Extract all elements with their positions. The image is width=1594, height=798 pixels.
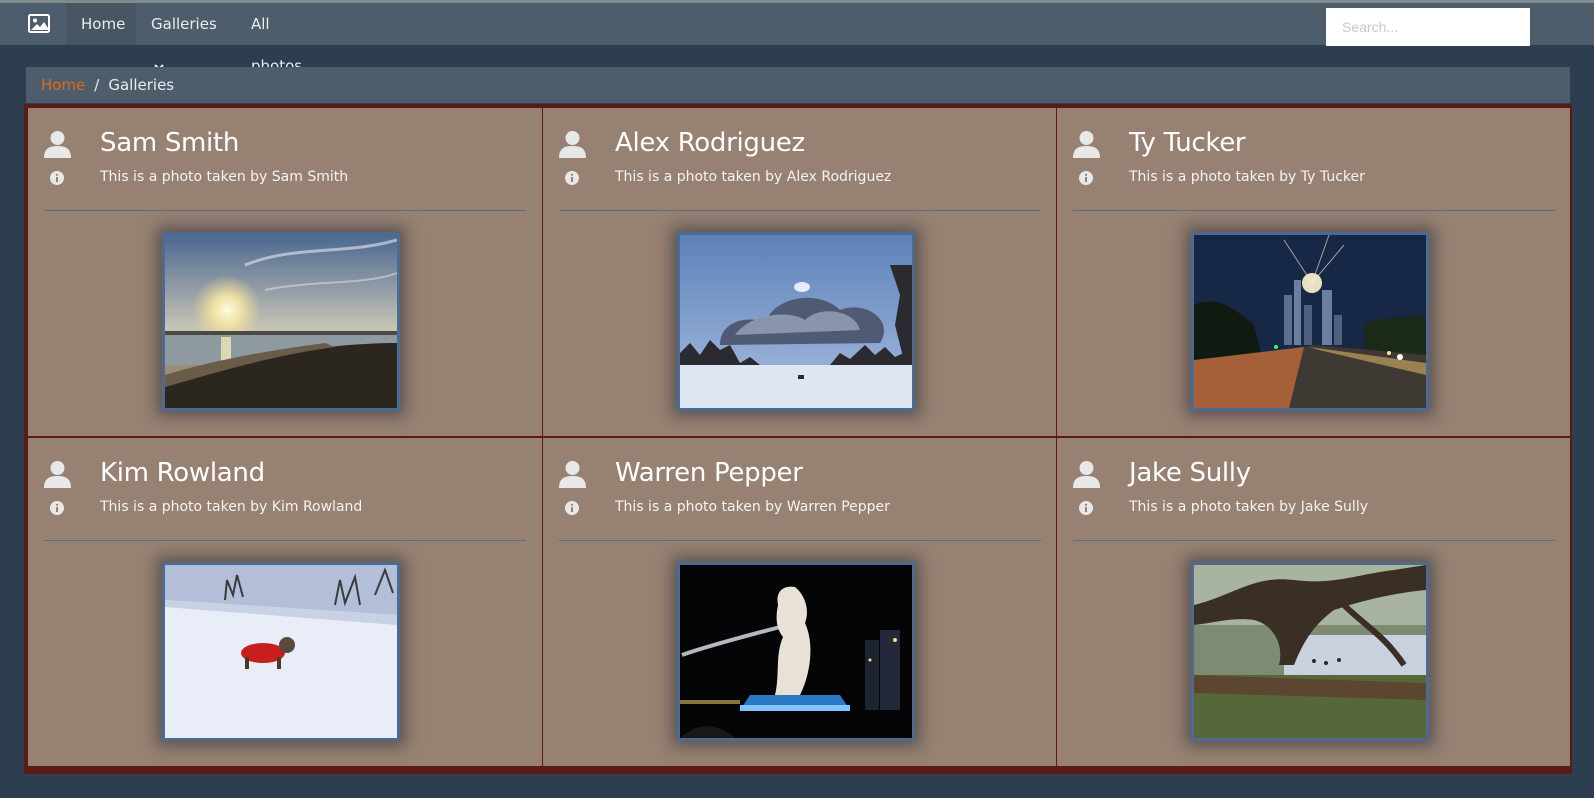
user-icon <box>1073 460 1100 488</box>
gallery-card: Ty Tucker This is a photo taken by Ty Tu… <box>1057 108 1570 436</box>
info-icon <box>50 500 64 515</box>
gallery-description: This is a photo taken by Alex Rodriguez <box>615 169 892 185</box>
gallery-title[interactable]: Warren Pepper <box>615 458 803 488</box>
gallery-card: Sam Smith This is a photo taken by Sam S… <box>28 108 542 436</box>
gallery-grid: Sam Smith This is a photo taken by Sam S… <box>24 104 1572 774</box>
gallery-photo[interactable] <box>677 232 915 411</box>
user-icon <box>44 130 71 158</box>
divider <box>559 210 1041 211</box>
gallery-card: Kim Rowland This is a photo taken by Kim… <box>28 438 542 766</box>
gallery-photo[interactable] <box>1191 562 1429 741</box>
gallery-description: This is a photo taken by Jake Sully <box>1129 499 1368 515</box>
info-icon <box>1079 500 1093 515</box>
info-icon <box>565 170 579 185</box>
nav-galleries-label: Galleries <box>151 15 217 33</box>
image-icon[interactable] <box>28 13 52 35</box>
breadcrumb-separator: / <box>94 76 100 94</box>
divider <box>1073 210 1555 211</box>
divider <box>1073 540 1555 541</box>
gallery-card: Warren Pepper This is a photo taken by W… <box>543 438 1056 766</box>
info-icon <box>565 500 579 515</box>
gallery-photo[interactable] <box>1191 232 1429 411</box>
top-navbar: Home Galleries All photos <box>0 0 1594 75</box>
nav-all-photos-link[interactable]: All photos <box>236 3 336 75</box>
gallery-photo[interactable] <box>162 232 400 411</box>
gallery-title[interactable]: Jake Sully <box>1129 458 1251 488</box>
nav-galleries-dropdown[interactable]: Galleries <box>136 3 230 71</box>
nav-all-photos-label: All photos <box>251 15 303 75</box>
user-icon <box>44 460 71 488</box>
divider <box>44 210 526 211</box>
divider <box>44 540 526 541</box>
gallery-description: This is a photo taken by Sam Smith <box>100 169 349 185</box>
info-icon <box>50 170 64 185</box>
breadcrumb-current: Galleries <box>108 76 175 94</box>
gallery-title[interactable]: Ty Tucker <box>1129 128 1246 158</box>
gallery-title[interactable]: Alex Rodriguez <box>615 128 805 158</box>
gallery-photo[interactable] <box>677 562 915 741</box>
gallery-description: This is a photo taken by Ty Tucker <box>1129 169 1365 185</box>
gallery-card: Jake Sully This is a photo taken by Jake… <box>1057 438 1570 766</box>
gallery-title[interactable]: Sam Smith <box>100 128 239 158</box>
divider <box>559 540 1041 541</box>
gallery-title[interactable]: Kim Rowland <box>100 458 265 488</box>
user-icon <box>559 460 586 488</box>
gallery-card: Alex Rodriguez This is a photo taken by … <box>543 108 1056 436</box>
gallery-description: This is a photo taken by Kim Rowland <box>100 499 363 515</box>
gallery-description: This is a photo taken by Warren Pepper <box>615 499 890 515</box>
info-icon <box>1079 170 1093 185</box>
user-icon <box>1073 130 1100 158</box>
gallery-photo[interactable] <box>162 562 400 741</box>
breadcrumb-home-link[interactable]: Home <box>41 76 85 94</box>
breadcrumb: Home / Galleries <box>26 67 1570 103</box>
nav-home-label: Home <box>81 15 126 33</box>
search-input[interactable] <box>1326 8 1530 46</box>
user-icon <box>559 130 586 158</box>
nav-home-link[interactable]: Home <box>66 3 136 45</box>
